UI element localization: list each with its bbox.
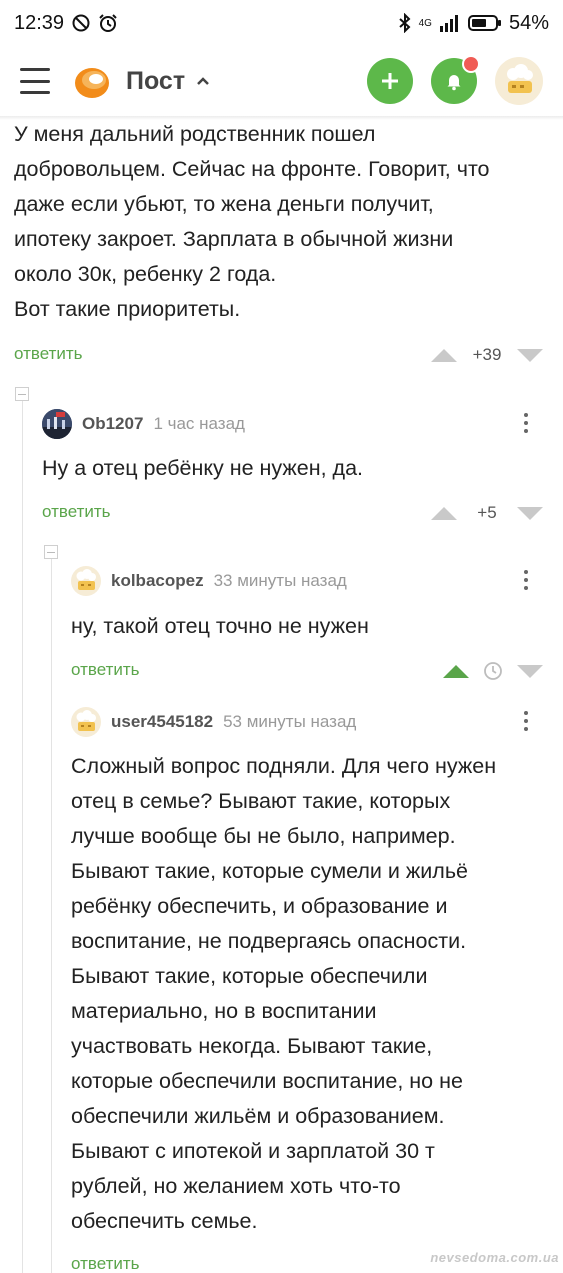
avatar[interactable]: [71, 566, 101, 596]
downvote-icon[interactable]: [517, 664, 543, 678]
comment-header: Ob1207 1 час назад: [42, 409, 245, 439]
menu-icon[interactable]: [20, 68, 50, 94]
network-label: 4G: [418, 17, 432, 29]
collapse-thread-button[interactable]: [15, 387, 29, 401]
user-avatar-icon: [76, 569, 96, 590]
chevron-up-icon: [197, 77, 209, 85]
page-title[interactable]: Пост: [126, 67, 211, 96]
battery-level: 54%: [508, 11, 549, 34]
reply-link[interactable]: ответить: [71, 1254, 140, 1273]
watermark: nevsedoma.com.ua: [430, 1250, 559, 1265]
vote-controls: +5: [431, 503, 543, 523]
more-options-icon[interactable]: [523, 413, 529, 433]
comment-time: 33 минуты назад: [213, 571, 347, 590]
rating-count: +39: [472, 345, 502, 364]
more-options-icon[interactable]: [523, 711, 529, 731]
signal-icon: [439, 14, 461, 32]
clock-icon: [484, 662, 502, 680]
battery-icon: [467, 14, 502, 32]
comment-header: kolbacopez 33 минуты назад: [71, 566, 347, 596]
user-avatar-icon: [507, 64, 533, 93]
rating-count: +5: [477, 503, 497, 522]
no-disturb-icon: [72, 14, 90, 32]
comment-text: Ну а отец ребёнку не нужен, да.: [42, 456, 364, 480]
profile-avatar[interactable]: [495, 57, 543, 105]
more-options-icon[interactable]: [523, 570, 529, 590]
collapse-thread-button[interactable]: [44, 545, 58, 559]
comment-time: 53 минуты назад: [223, 712, 357, 731]
comment-time: 1 час назад: [153, 414, 245, 433]
downvote-icon[interactable]: [517, 506, 543, 520]
status-bar: 12:39 4G 54%: [0, 0, 563, 46]
app-bar: Пост: [0, 46, 563, 116]
author-name[interactable]: kolbacopez: [111, 571, 204, 591]
avatar[interactable]: [71, 707, 101, 737]
reply-link[interactable]: ответить: [42, 502, 111, 522]
status-time: 12:39: [14, 11, 65, 34]
bluetooth-icon: [398, 13, 412, 33]
notification-badge: [462, 55, 480, 73]
post-comment-text: У меня дальний родственник пошел доброво…: [14, 122, 490, 321]
bell-icon: [447, 75, 461, 91]
alarm-icon: [98, 13, 118, 33]
thread-line: [51, 553, 52, 1273]
thread-line: [22, 396, 23, 1273]
upvote-icon[interactable]: [431, 348, 457, 362]
reply-link[interactable]: ответить: [71, 660, 140, 680]
notifications-button[interactable]: [431, 55, 480, 104]
vote-controls: [443, 661, 543, 681]
add-post-button[interactable]: [367, 58, 413, 104]
pikabu-logo[interactable]: [72, 61, 112, 101]
upvote-icon[interactable]: [443, 664, 469, 678]
vote-controls: +39: [431, 345, 543, 365]
comment-header: user4545182 53 минуты назад: [71, 707, 356, 737]
reply-link[interactable]: ответить: [14, 344, 83, 364]
comment-text: Сложный вопрос подняли. Для чего нужен о…: [71, 754, 497, 1233]
user-avatar-icon: [76, 710, 96, 731]
plus-icon: [382, 73, 398, 89]
user-photo-icon: [42, 409, 72, 439]
downvote-icon[interactable]: [517, 348, 543, 362]
upvote-icon[interactable]: [431, 506, 457, 520]
author-name[interactable]: Ob1207: [82, 414, 143, 434]
avatar[interactable]: [42, 409, 72, 439]
comment-text: ну, такой отец точно не нужен: [71, 614, 369, 638]
author-name[interactable]: user4545182: [111, 712, 213, 732]
